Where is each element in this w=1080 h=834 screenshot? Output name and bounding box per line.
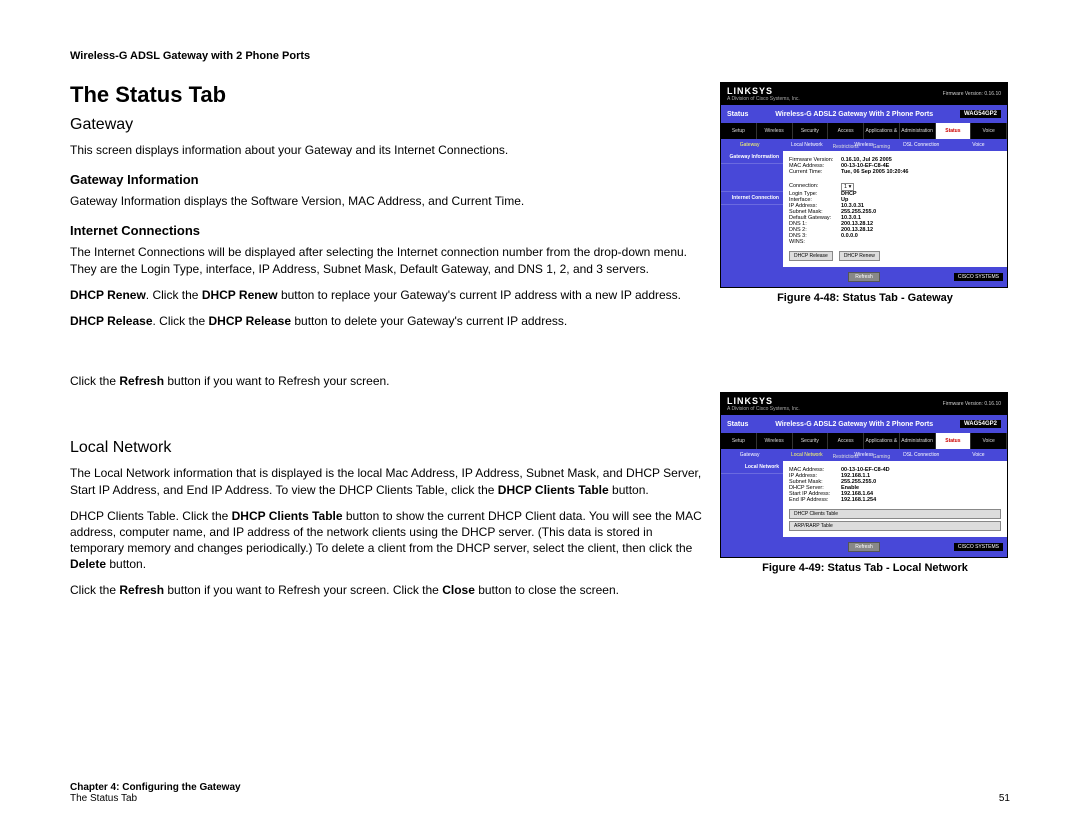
tab-access[interactable]: Access Restrictions [828,433,864,449]
linksys-logo: LINKSYS [727,86,800,96]
tab-security[interactable]: Security [793,123,829,139]
page-title: The Status Tab [70,82,702,108]
tab-access[interactable]: Access Restrictions [828,123,864,139]
side-gatewayinfo: Gateway Information [721,151,783,164]
sub-tabs[interactable]: Gateway Local Network Wireless DSL Conne… [721,449,1007,461]
subtab-dsl[interactable]: DSL Connection [893,449,950,461]
dhcp-release-text: DHCP Release. Click the DHCP Release but… [70,313,702,329]
connection-select[interactable]: 1 ▾ [841,183,854,191]
dhcp-release-button[interactable]: DHCP Release [789,251,833,261]
dhcp-release-label: DHCP Release [70,314,153,328]
doc-header: Wireless-G ADSL Gateway with 2 Phone Por… [70,50,1010,62]
footer-left: Chapter 4: Configuring the Gateway The S… [70,782,241,804]
cisco-logo: CISCO SYSTEMS [954,543,1003,551]
tab-status[interactable]: Status [936,433,972,449]
linksys-logo: LINKSYS [727,396,800,406]
sub-tabs[interactable]: Gateway Local Network Wireless DSL Conne… [721,139,1007,151]
status-section-label: Status [727,111,748,118]
tab-voice[interactable]: Voice [971,433,1007,449]
subtab-wireless[interactable]: Wireless [835,449,892,461]
nav-tabs[interactable]: Setup Wireless Security Access Restricti… [721,433,1007,449]
refresh-button[interactable]: Refresh [848,542,880,552]
tab-status[interactable]: Status [936,123,972,139]
subtab-local[interactable]: Local Network [778,139,835,151]
arp-rarp-table-button[interactable]: ARP/RARP Table [789,521,1001,531]
gateway-info-text: Gateway Information displays the Softwar… [70,193,702,209]
dhcp-renew-button[interactable]: DHCP Renew [839,251,880,261]
nav-tabs[interactable]: Setup Wireless Security Access Restricti… [721,123,1007,139]
dhcp-clients-table-button[interactable]: DHCP Clients Table [789,509,1001,519]
refresh-note-1: Click the Refresh button if you want to … [70,373,702,389]
subtab-voice[interactable]: Voice [950,449,1007,461]
subtab-gateway[interactable]: Gateway [721,449,778,461]
page-number: 51 [999,793,1010,804]
side-internetconn: Internet Connection [721,192,783,205]
local-p2: DHCP Clients Table. Click the DHCP Clien… [70,508,702,573]
figure-4-49-caption: Figure 4-49: Status Tab - Local Network [720,562,1010,574]
tab-apps[interactable]: Applications & Gaming [864,433,900,449]
tab-admin[interactable]: Administration [900,123,936,139]
figure-4-49-screenshot: LINKSYS A Division of Cisco Systems, Inc… [720,392,1008,558]
cisco-logo: CISCO SYSTEMS [954,273,1003,281]
section-local-heading: Local Network [70,439,702,457]
tab-voice[interactable]: Voice [971,123,1007,139]
dhcp-renew-text: DHCP Renew. Click the DHCP Renew button … [70,287,702,303]
subtab-gateway[interactable]: Gateway [721,139,778,151]
subtab-dsl[interactable]: DSL Connection [893,139,950,151]
gateway-intro: This screen displays information about y… [70,142,702,158]
tab-apps[interactable]: Applications & Gaming [864,123,900,139]
section-gateway-heading: Gateway [70,116,702,134]
tab-wireless[interactable]: Wireless [757,433,793,449]
subtab-local[interactable]: Local Network [778,449,835,461]
internet-conn-text: The Internet Connections will be display… [70,244,702,276]
tab-setup[interactable]: Setup [721,123,757,139]
side-localnet: Local Network [721,461,783,474]
tab-wireless[interactable]: Wireless [757,123,793,139]
gateway-info-heading: Gateway Information [70,172,702,187]
internet-conn-heading: Internet Connections [70,223,702,238]
figure-4-48-screenshot: LINKSYS A Division of Cisco Systems, Inc… [720,82,1008,288]
local-p1: The Local Network information that is di… [70,465,702,497]
subtab-wireless[interactable]: Wireless [835,139,892,151]
tab-security[interactable]: Security [793,433,829,449]
dhcp-renew-label: DHCP Renew [70,288,146,302]
local-p3: Click the Refresh button if you want to … [70,582,702,598]
subtab-voice[interactable]: Voice [950,139,1007,151]
figure-4-48-caption: Figure 4-48: Status Tab - Gateway [720,292,1010,304]
refresh-button[interactable]: Refresh [848,272,880,282]
tab-admin[interactable]: Administration [900,433,936,449]
tab-setup[interactable]: Setup [721,433,757,449]
